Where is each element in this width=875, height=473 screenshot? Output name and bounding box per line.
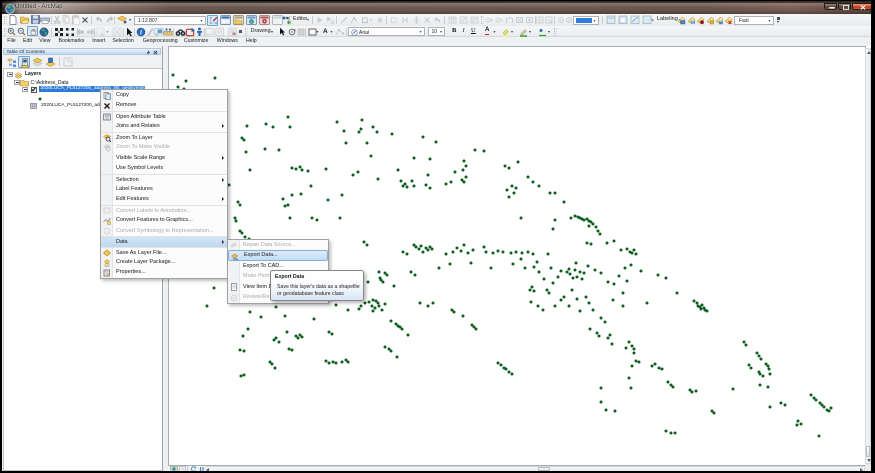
svg-text:i: i bbox=[140, 29, 142, 37]
